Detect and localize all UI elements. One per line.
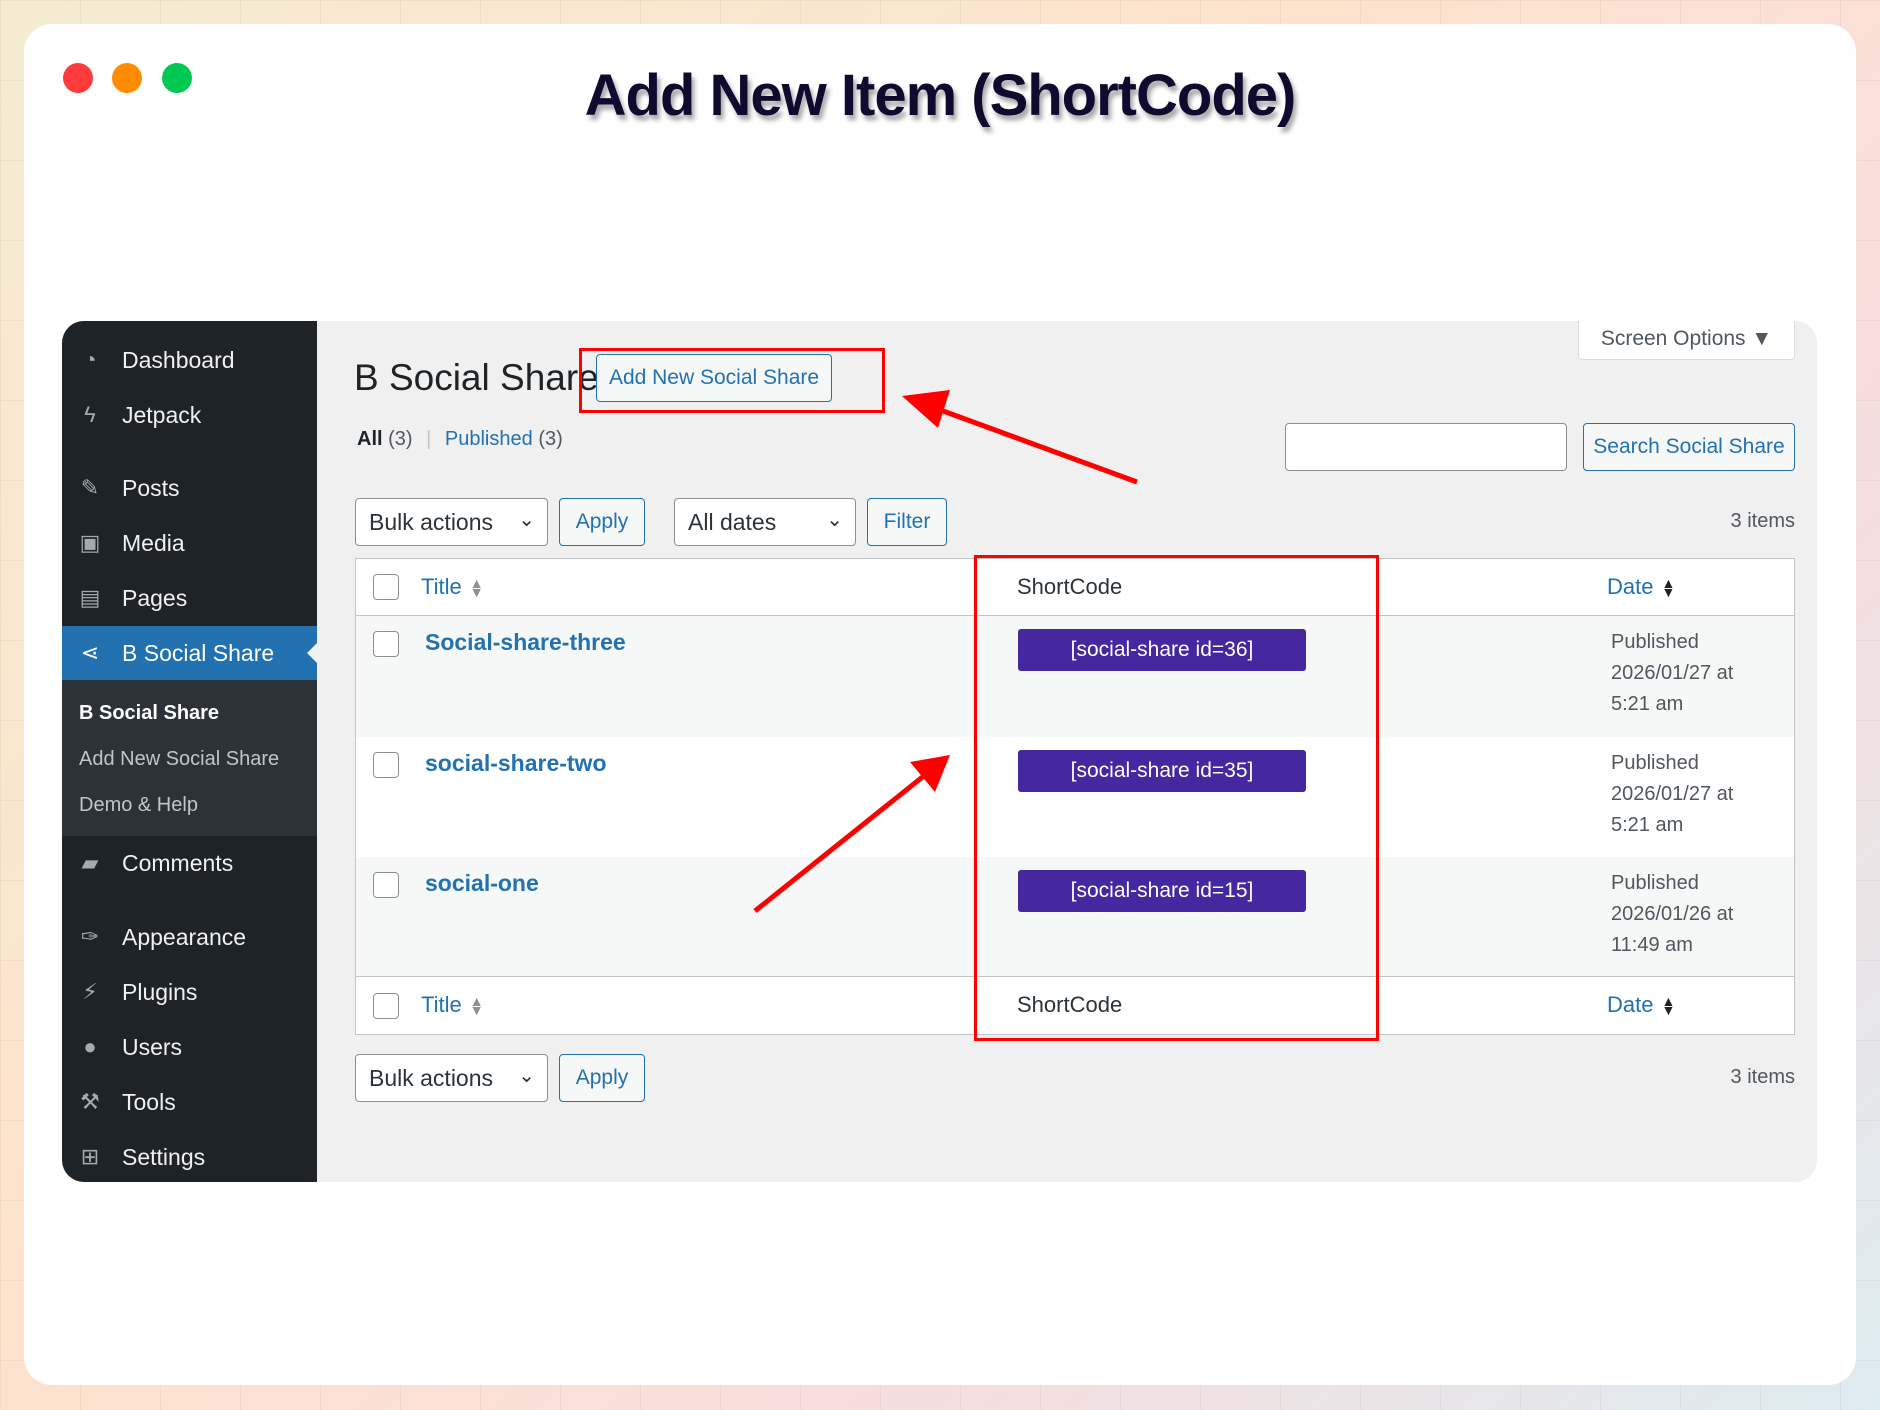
arrow-to-shortcode (753, 773, 927, 913)
annotation-arrows (753, 390, 1138, 913)
arrowhead-icon (910, 755, 950, 792)
arrow-to-add-new (934, 405, 1138, 485)
arrowhead-icon (902, 390, 950, 428)
